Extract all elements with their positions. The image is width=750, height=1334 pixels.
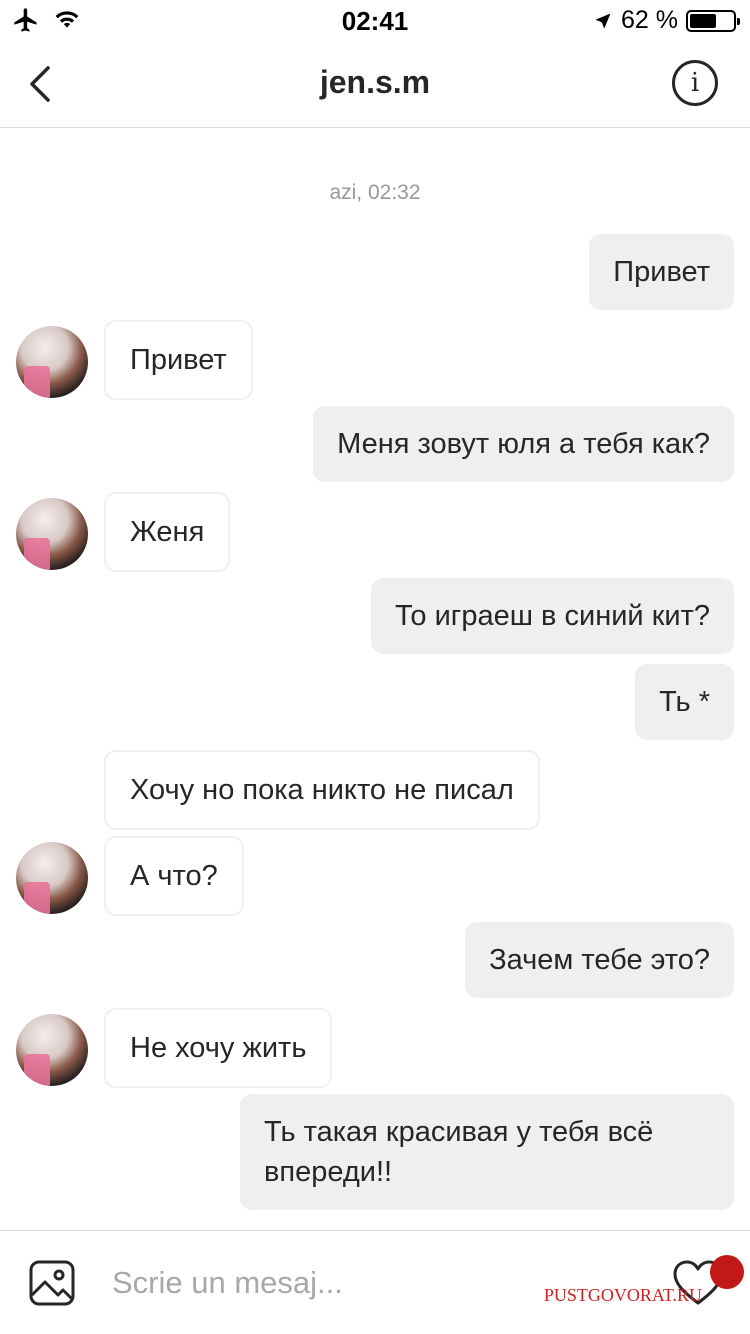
avatar[interactable]: [16, 498, 88, 570]
message-sent[interactable]: Ть *: [635, 664, 734, 740]
battery-level: [690, 13, 717, 28]
message-received[interactable]: Хочу но пока никто не писал: [104, 750, 540, 830]
message-sent[interactable]: Привет: [589, 234, 734, 310]
info-icon: i: [690, 68, 700, 98]
status-bar: 02:41 62 %: [0, 0, 750, 40]
message-received[interactable]: Женя: [104, 492, 231, 572]
message-sent[interactable]: Ть такая красивая у тебя всё впереди!!: [240, 1094, 734, 1210]
avatar[interactable]: [16, 842, 88, 914]
message-composer: PUSTGOVORAT.RU: [0, 1230, 750, 1334]
location-arrow-icon: [595, 13, 611, 28]
status-right: 62 %: [593, 6, 740, 35]
battery-icon: [686, 9, 740, 32]
watermark-logo: [710, 1255, 744, 1289]
conversation-title: jen.s.m: [319, 64, 431, 100]
thread-timestamp: azi, 02:32: [329, 181, 421, 204]
gallery-button[interactable]: [28, 1259, 76, 1307]
avatar[interactable]: [16, 1014, 88, 1086]
message-received[interactable]: Не хочу жить: [104, 1008, 333, 1088]
avatar[interactable]: [16, 326, 88, 398]
message-sent[interactable]: То играеш в синий кит?: [370, 578, 734, 654]
watermark-text: PUSTGOVORAT.RU: [543, 1285, 702, 1305]
nav-bar: jen.s.m i: [0, 40, 750, 128]
message-sent[interactable]: Зачем тебе это?: [465, 922, 734, 998]
battery-percent: 62 %: [621, 6, 678, 34]
message-received[interactable]: Привет: [104, 320, 253, 400]
message-sent[interactable]: Меня зовут юля а тебя как?: [313, 406, 734, 482]
message-received[interactable]: А что?: [104, 836, 244, 916]
image-gallery-icon: [29, 1260, 75, 1306]
info-button[interactable]: i: [672, 60, 718, 106]
